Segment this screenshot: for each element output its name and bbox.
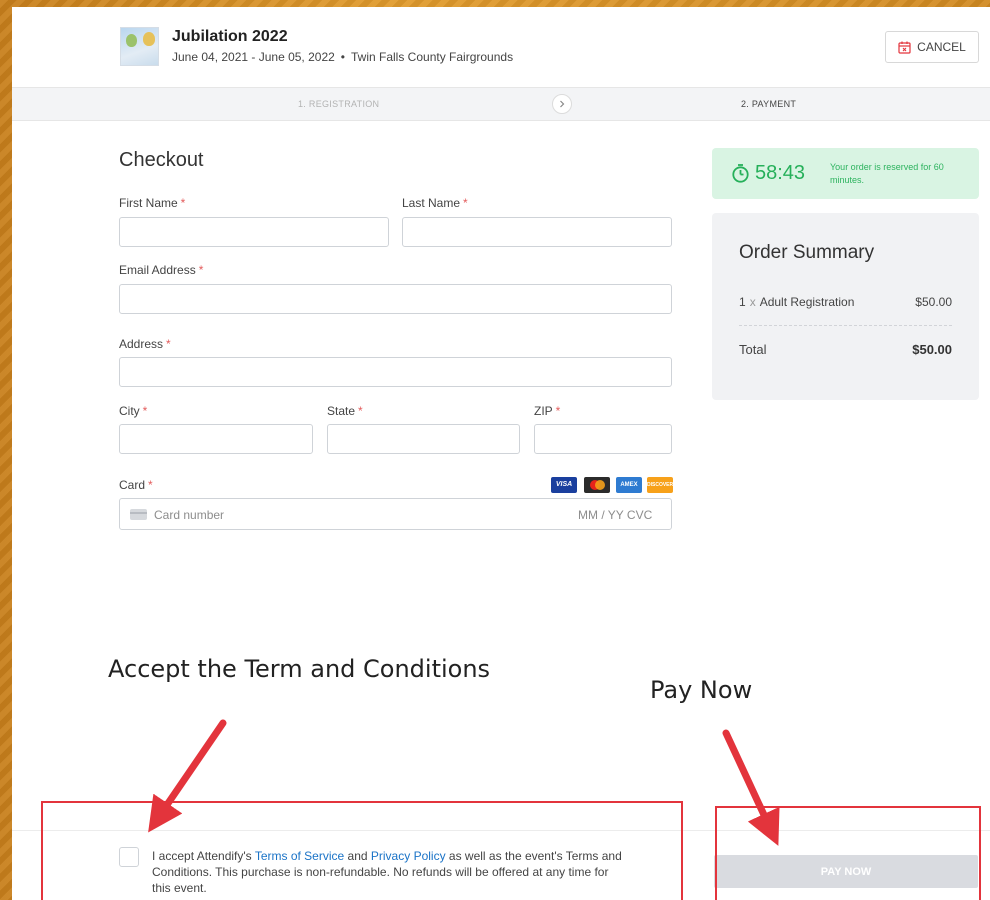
event-title: Jubilation 2022	[172, 28, 288, 45]
annotation-box-pay	[715, 806, 981, 900]
visa-logo-icon: VISA	[551, 477, 577, 493]
calendar-cancel-icon	[898, 41, 911, 54]
zip-input[interactable]	[534, 424, 672, 454]
summary-total-label: Total	[739, 342, 767, 357]
chevron-right-icon	[552, 94, 572, 114]
stopwatch-icon	[731, 164, 750, 188]
timer-value: 58:43	[755, 162, 806, 184]
meta-separator: •	[340, 50, 345, 64]
summary-total-value: $50.00	[912, 342, 952, 357]
card-number-placeholder: Card number	[154, 508, 225, 522]
cancel-label: CANCEL	[917, 40, 966, 54]
timer-note: Your order is reserved for 60 minutes.	[830, 162, 944, 185]
state-input[interactable]	[327, 424, 520, 454]
checkout-page: Jubilation 2022 June 04, 2021 - June 05,…	[12, 7, 990, 900]
discover-logo-icon: DISCOVER	[647, 477, 673, 493]
state-label: State *	[327, 404, 363, 418]
first-name-label: First Name *	[119, 196, 186, 210]
event-dates: June 04, 2021 - June 05, 2022	[172, 50, 335, 64]
step-payment[interactable]: 2. PAYMENT	[741, 99, 796, 109]
reservation-timer: 58:43 Your order is reserved for 60 minu…	[712, 148, 979, 199]
step-registration[interactable]: 1. REGISTRATION	[298, 99, 379, 109]
card-number-input[interactable]: Card number MM / YY CVC	[119, 498, 672, 530]
city-label: City *	[119, 404, 148, 418]
event-meta: June 04, 2021 - June 05, 2022 • Twin Falls…	[172, 50, 513, 64]
city-input[interactable]	[119, 424, 313, 454]
last-name-input[interactable]	[402, 217, 672, 247]
cancel-button[interactable]: CANCEL	[885, 31, 979, 63]
email-label: Email Address *	[119, 263, 204, 277]
page-title: Checkout	[119, 149, 204, 171]
amex-logo-icon: AMEX	[616, 477, 642, 493]
annotation-accept-terms: Accept the Term and Conditions	[108, 655, 491, 683]
first-name-input[interactable]	[119, 217, 389, 247]
summary-line-price: $50.00	[915, 295, 952, 309]
annotation-pay-now: Pay Now	[650, 676, 753, 704]
event-header: Jubilation 2022 June 04, 2021 - June 05,…	[12, 7, 990, 87]
event-venue: Twin Falls County Fairgrounds	[351, 50, 514, 64]
address-label: Address *	[119, 337, 171, 351]
last-name-label: Last Name *	[402, 196, 468, 210]
address-input[interactable]	[119, 357, 672, 387]
checkout-steps: 1. REGISTRATION 2. PAYMENT	[12, 87, 990, 121]
summary-line-item: 1 x Adult Registration	[739, 295, 855, 309]
annotation-box-terms	[41, 801, 683, 900]
mastercard-logo-icon	[584, 477, 610, 493]
event-thumbnail	[120, 27, 159, 66]
credit-card-icon	[130, 509, 147, 520]
order-summary: Order Summary 1 x Adult Registration $50.0…	[712, 213, 979, 400]
card-expiry-cvc-placeholder: MM / YY CVC	[578, 508, 653, 522]
summary-divider	[739, 325, 952, 326]
card-label: Card *	[119, 478, 153, 492]
email-input[interactable]	[119, 284, 672, 314]
order-summary-title: Order Summary	[739, 242, 875, 263]
zip-label: ZIP *	[534, 404, 561, 418]
